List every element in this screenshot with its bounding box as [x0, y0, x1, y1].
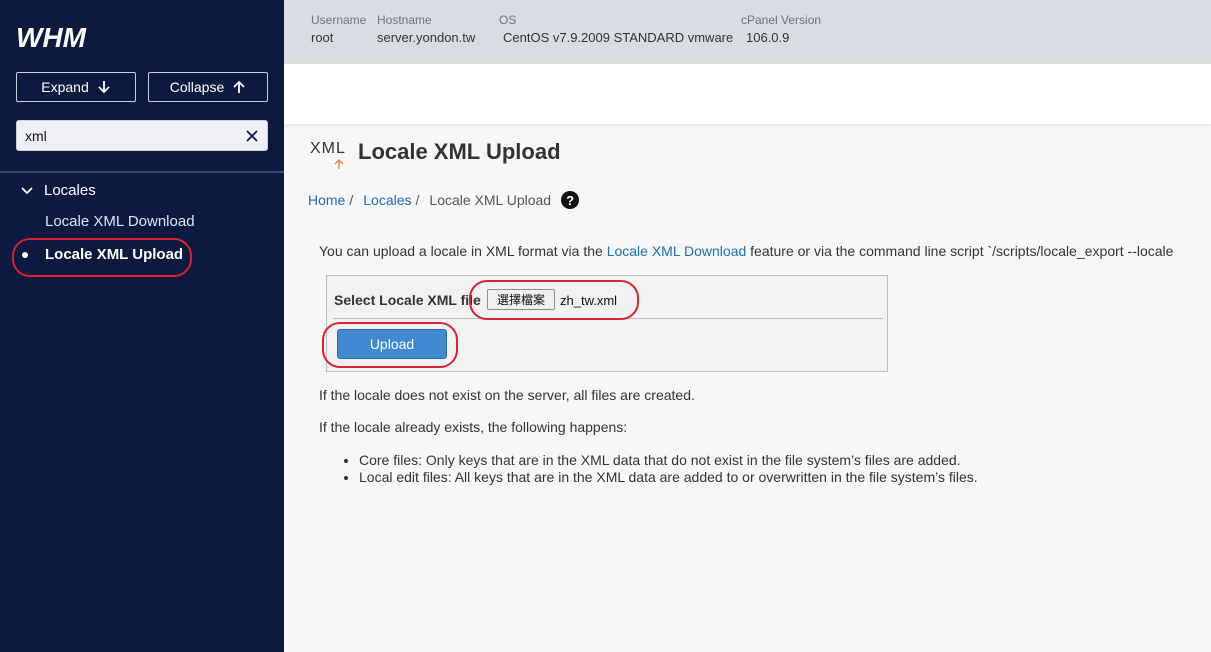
breadcrumb: Home / Locales / Locale XML Upload ?: [308, 191, 580, 209]
upload-button[interactable]: Upload: [337, 329, 447, 359]
selected-file-name: zh_tw.xml: [560, 293, 618, 308]
note-locale-exists: If the locale already exists, the follow…: [319, 419, 628, 435]
breadcrumb-separator: /: [415, 192, 420, 208]
active-bullet-icon: [22, 252, 28, 258]
info-hostname: Hostname server.yondon.tw: [377, 13, 476, 45]
sidebar: WHM Expand Collapse xml Locales Locale X…: [0, 0, 284, 652]
arrow-down-icon: [98, 81, 110, 94]
behavior-list: Core files: Only keys that are in the XM…: [340, 452, 978, 486]
list-item: Local edit files: All keys that are in t…: [359, 469, 978, 486]
search-value: xml: [25, 127, 47, 144]
note-locale-missing: If the locale does not exist on the serv…: [319, 387, 695, 403]
arrow-up-icon: [334, 159, 344, 169]
header-blank-area: [284, 64, 1211, 124]
whm-logo[interactable]: WHM: [16, 22, 112, 52]
arrow-up-icon: [233, 80, 245, 93]
sidebar-item-locale-xml-upload[interactable]: Locale XML Upload: [45, 246, 183, 263]
expand-label: Expand: [41, 79, 89, 95]
collapse-button[interactable]: Collapse: [148, 72, 268, 102]
breadcrumb-separator: /: [349, 192, 354, 208]
expand-button[interactable]: Expand: [16, 72, 136, 102]
breadcrumb-home-link[interactable]: Home: [308, 192, 345, 208]
info-cpanel-version: cPanel Version 106.0.9: [741, 13, 822, 45]
intro-text: You can upload a locale in XML format vi…: [319, 243, 1174, 259]
close-icon[interactable]: [245, 129, 259, 143]
locale-xml-download-link[interactable]: Locale XML Download: [607, 243, 747, 259]
choose-file-button[interactable]: 選擇檔案: [487, 289, 555, 310]
sidebar-group-locales[interactable]: Locales: [20, 182, 96, 199]
svg-text:WHM: WHM: [16, 22, 87, 52]
chevron-down-icon: [21, 186, 33, 194]
form-divider: [333, 318, 883, 319]
server-info-bar: Username root Hostname server.yondon.tw …: [284, 0, 1211, 64]
help-icon[interactable]: ?: [561, 191, 580, 209]
collapse-label: Collapse: [169, 79, 225, 95]
info-os: OS CentOS v7.9.2009 STANDARD vmware: [499, 13, 734, 45]
upload-form: Select Locale XML file 選擇檔案 zh_tw.xml Up…: [326, 275, 888, 372]
sidebar-item-locale-xml-download[interactable]: Locale XML Download: [45, 213, 195, 230]
info-username: Username root: [311, 13, 367, 45]
breadcrumb-current: Locale XML Upload: [429, 192, 552, 208]
sidebar-group-label: Locales: [44, 182, 96, 199]
sidebar-divider: [0, 171, 284, 173]
breadcrumb-locales-link[interactable]: Locales: [363, 192, 411, 208]
sidebar-search-input[interactable]: xml: [16, 120, 268, 151]
xml-upload-icon: XML: [310, 140, 346, 169]
list-item: Core files: Only keys that are in the XM…: [359, 452, 978, 469]
file-field-label: Select Locale XML file: [334, 292, 481, 308]
page-title: Locale XML Upload: [358, 139, 561, 164]
